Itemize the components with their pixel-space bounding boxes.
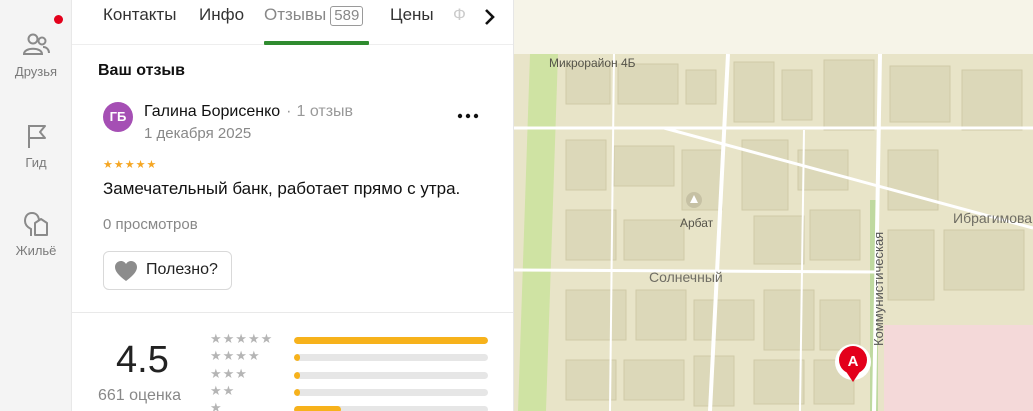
sidebar-item-guide[interactable]: Гид <box>0 121 72 170</box>
distribution-fill <box>294 389 300 396</box>
distribution-stars: ★★★★ <box>210 348 261 363</box>
distribution-bar <box>294 354 488 361</box>
review-stars: ★★★★★ <box>103 159 158 171</box>
map-label-district: Микрорайон 4Б <box>549 56 636 70</box>
sidebar-item-label: Друзья <box>14 64 58 79</box>
divider <box>72 312 513 313</box>
tab-photos[interactable]: Ф <box>453 5 466 25</box>
tab-label: Отзывы <box>264 5 327 24</box>
tab-prices[interactable]: Цены <box>390 5 434 25</box>
left-sidebar: Друзья Гид Жильё <box>0 0 72 411</box>
map-label-street-vertical: Коммунистическая <box>871 231 886 346</box>
tab-bar: Контакты Инфо Отзывы 589 Цены Ф <box>72 0 513 45</box>
distribution-stars: ★★★★★ <box>210 331 274 346</box>
map-label-street-right: Ибрагимова <box>953 210 1033 226</box>
distribution-fill <box>294 354 300 361</box>
more-options-icon[interactable] <box>455 106 481 124</box>
distribution-bar <box>294 406 488 411</box>
distribution-stars: ★★★ <box>210 366 248 381</box>
heart-icon <box>115 261 137 281</box>
housing-icon <box>23 212 48 236</box>
distribution-fill <box>294 406 341 411</box>
friends-icon <box>22 33 50 55</box>
distribution-bar <box>294 372 488 379</box>
useful-label: Полезно? <box>146 261 218 278</box>
tab-count-badge: 589 <box>330 6 364 26</box>
tab-reviews[interactable]: Отзывы 589 <box>264 5 364 26</box>
useful-button[interactable]: Полезно? <box>103 251 232 290</box>
map-label-place: Арбат <box>680 216 714 230</box>
business-panel: Контакты Инфо Отзывы 589 Цены Ф Ваш отзыв… <box>72 0 514 411</box>
distribution-bar <box>294 389 488 396</box>
distribution-stars: ★★ <box>210 383 236 398</box>
distribution-stars: ★ <box>210 400 223 411</box>
distribution-fill <box>294 372 300 379</box>
tab-info[interactable]: Инфо <box>199 5 244 25</box>
sidebar-item-housing[interactable]: Жильё <box>0 209 72 258</box>
notification-dot <box>54 15 63 24</box>
review-author-line: Галина Борисенко · 1 отзыв <box>144 103 353 121</box>
flag-icon <box>28 125 46 148</box>
sidebar-item-friends[interactable]: Друзья <box>0 30 72 79</box>
avatar[interactable]: ГБ <box>103 102 133 132</box>
average-rating: 4.5 <box>116 339 169 381</box>
review-date: 1 декабря 2025 <box>144 125 252 142</box>
map-label-area: Солнечный <box>649 269 723 285</box>
tab-contacts[interactable]: Контакты <box>103 5 176 25</box>
section-title: Ваш отзыв <box>98 62 185 79</box>
active-tab-indicator <box>264 41 369 45</box>
chevron-right-icon[interactable] <box>480 6 500 28</box>
map-view[interactable]: А Микрорайон 4Б Арбат Солнечный Ибрагимо… <box>514 0 1033 411</box>
author-name[interactable]: Галина Борисенко <box>144 103 280 120</box>
distribution-fill <box>294 337 488 344</box>
separator-dot: · <box>286 103 292 120</box>
sidebar-item-label: Гид <box>25 155 47 170</box>
sidebar-item-label: Жильё <box>15 243 57 258</box>
author-review-count: 1 отзыв <box>296 103 354 120</box>
review-text: Замечательный банк, работает прямо с утр… <box>103 179 461 198</box>
review-views: 0 просмотров <box>103 216 198 233</box>
app-root: Друзья Гид Жильё Контакты Инфо Отзывы 589… <box>0 0 1033 411</box>
rating-count: 661 оценка <box>98 387 182 404</box>
marker-letter: А <box>848 353 859 370</box>
distribution-bar <box>294 337 488 344</box>
